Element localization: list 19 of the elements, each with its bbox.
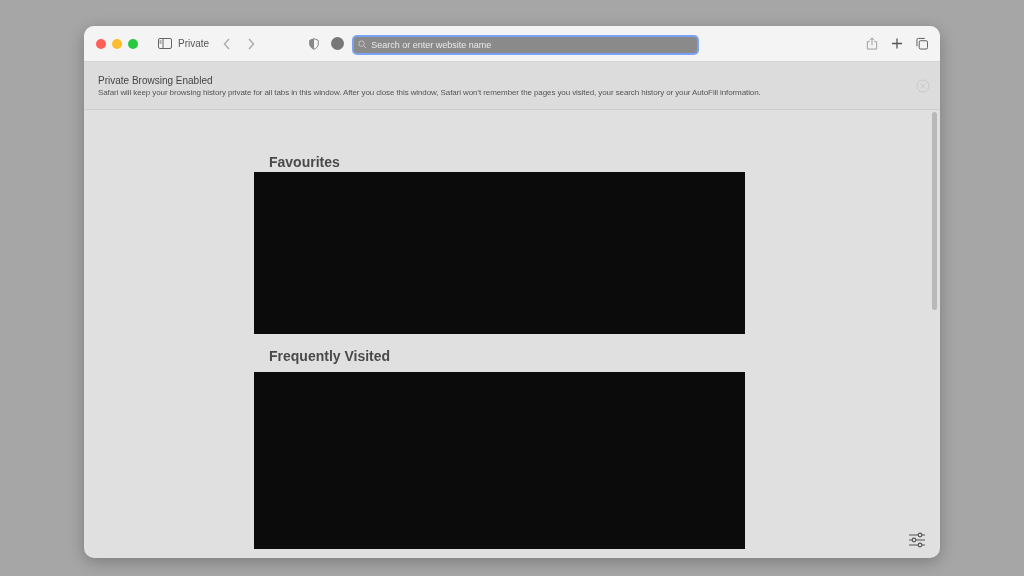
shield-icon[interactable] <box>309 37 320 50</box>
close-button[interactable] <box>96 38 106 49</box>
address-field[interactable]: Search or enter website name <box>352 34 700 55</box>
zoom-button[interactable] <box>128 38 138 49</box>
share-icon[interactable] <box>866 37 878 50</box>
new-tab-icon[interactable] <box>891 37 903 50</box>
banner-message: Safari will keep your browsing history private for all tabs in this window. After you close this window, Safari won’t remember the pages you visited, your search history or your AutoFill information. <box>98 87 762 97</box>
site-icon[interactable] <box>331 37 345 50</box>
sidebar-icon[interactable] <box>158 38 172 49</box>
tab-overview-icon[interactable] <box>916 37 928 50</box>
back-icon[interactable] <box>223 37 232 50</box>
section-heading: Frequently Visited <box>269 347 392 366</box>
settings-icon[interactable] <box>908 532 926 548</box>
private-label: Private <box>178 38 210 49</box>
minimize-button[interactable] <box>112 38 122 49</box>
scrollbar-thumb[interactable] <box>932 112 937 310</box>
forward-icon[interactable] <box>247 37 256 50</box>
section-heading: Favourites <box>269 153 341 172</box>
banner-title: Private Browsing Enabled <box>98 74 214 86</box>
